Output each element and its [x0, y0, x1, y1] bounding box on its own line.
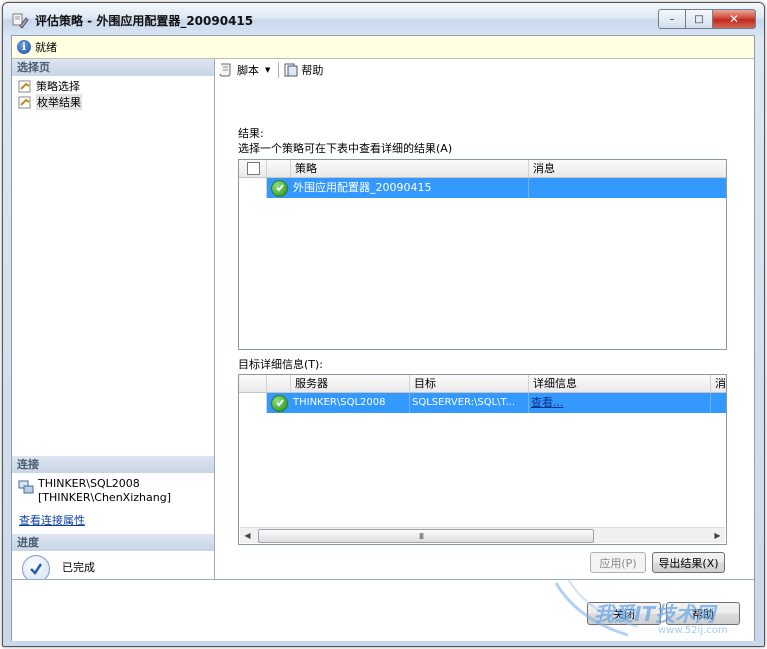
chevron-down-icon[interactable]: ▼	[265, 66, 270, 74]
page-icon	[18, 80, 31, 92]
title-bar[interactable]: 评估策略 - 外围应用配置器_20090415 – □ ✕	[3, 3, 764, 35]
scroll-left-icon[interactable]: ◀	[240, 528, 255, 543]
status-column-header	[267, 375, 291, 392]
nav-item-label: 策略选择	[36, 80, 80, 93]
connection-server: THINKER\SQL2008	[38, 477, 140, 490]
maximize-button[interactable]: □	[685, 9, 713, 29]
column-header-server[interactable]: 服务器	[291, 375, 410, 392]
select-page-header: 选择页	[12, 59, 214, 76]
toolbar: 脚本 ▼ 帮助	[215, 59, 754, 81]
window-title: 评估策略 - 外围应用配置器_20090415	[35, 14, 254, 28]
progress-header: 进度	[12, 534, 214, 551]
results-instruction: 选择一个策略可在下表中查看详细的结果(A)	[238, 142, 453, 155]
toolbar-separator	[278, 62, 280, 78]
target-cell: SQLSERVER:\SQL\T...	[410, 393, 529, 413]
nav-item-policy-selection[interactable]: 策略选择	[18, 78, 80, 94]
row-checkbox-cell[interactable]	[239, 178, 267, 198]
close-window-button[interactable]: ✕	[712, 9, 756, 29]
scrollbar-thumb[interactable]: III	[258, 529, 594, 543]
column-header-message[interactable]: 消息	[529, 160, 726, 177]
message-cell	[529, 178, 726, 198]
blank-header	[239, 375, 267, 392]
policy-wrench-icon	[12, 13, 29, 29]
view-details-link[interactable]: 查看...	[531, 396, 564, 409]
scroll-right-icon[interactable]: ▶	[710, 528, 725, 543]
column-header-policy[interactable]: 策略	[291, 160, 529, 177]
close-button[interactable]: 关闭	[587, 602, 661, 625]
server-cell: THINKER\SQL2008	[291, 393, 410, 413]
select-all-checkbox-cell	[239, 160, 267, 177]
horizontal-scrollbar[interactable]: ◀ III ▶	[240, 527, 725, 543]
row-status-cell	[267, 393, 291, 413]
apply-button[interactable]: 应用(P)	[590, 552, 646, 573]
details-cell: 查看...	[529, 393, 711, 413]
minimize-button[interactable]: –	[658, 9, 686, 29]
view-connection-properties-link[interactable]: 查看连接属性	[19, 512, 85, 528]
status-bar: i 就绪	[12, 36, 754, 59]
row-blank-cell	[239, 393, 267, 413]
help-toolbar-label: 帮助	[301, 64, 324, 77]
success-check-icon	[271, 179, 288, 197]
results-panel: 脚本 ▼ 帮助 结果: 选择一个策略可在下表中查看详细的结果(A) 策略 消息 …	[215, 59, 754, 579]
dialog-window: 评估策略 - 外围应用配置器_20090415 – □ ✕ i 就绪 选择页 策…	[2, 2, 765, 647]
column-header-target[interactable]: 目标	[410, 375, 529, 392]
policy-cell: 外围应用配置器_20090415	[291, 178, 529, 198]
success-check-icon	[271, 394, 288, 412]
script-label: 脚本	[237, 64, 259, 77]
status-column-header	[267, 160, 291, 177]
server-icon	[18, 480, 34, 494]
page-icon	[18, 96, 31, 108]
target-details-grid[interactable]: 服务器 目标 详细信息 消 THINKER\SQL2008 SQLSERVER:…	[238, 374, 727, 545]
help-button[interactable]: 帮助	[666, 602, 740, 625]
nav-item-label: 枚举结果	[36, 94, 82, 110]
column-header-details[interactable]: 详细信息	[529, 375, 711, 392]
target-details-label: 目标详细信息(T):	[238, 358, 324, 371]
column-header-message[interactable]: 消	[711, 375, 726, 392]
export-results-button[interactable]: 导出结果(X)	[652, 552, 725, 573]
table-row[interactable]: THINKER\SQL2008 SQLSERVER:\SQL\T... 查看..…	[239, 393, 726, 413]
help-toolbar-button[interactable]: 帮助	[284, 62, 323, 78]
grip-icon: III	[419, 532, 424, 541]
row-status-cell	[267, 178, 291, 198]
message-cell	[711, 393, 726, 413]
connection-user: [THINKER\ChenXizhang]	[38, 491, 171, 504]
script-icon	[219, 63, 231, 77]
script-button[interactable]: 脚本 ▼	[218, 62, 270, 78]
results-label: 结果:	[238, 127, 264, 140]
table-row[interactable]: 外围应用配置器_20090415	[239, 178, 726, 198]
status-text: 就绪	[35, 41, 57, 54]
dialog-footer: 关闭 帮助	[12, 579, 754, 641]
info-icon: i	[17, 40, 31, 54]
left-panel: 选择页 策略选择 枚举结果 连接 THINKER\SQL2008 [THINKE…	[12, 59, 215, 583]
select-all-checkbox[interactable]	[247, 162, 260, 175]
nav-item-enumeration-results[interactable]: 枚举结果	[18, 94, 82, 110]
help-icon	[284, 63, 298, 77]
connection-header: 连接	[12, 456, 214, 473]
dialog-client: i 就绪 选择页 策略选择 枚举结果 连接 THINKER\SQL2008 [T	[11, 35, 755, 641]
progress-status: 已完成	[62, 561, 95, 574]
results-grid[interactable]: 策略 消息 外围应用配置器_20090415	[238, 159, 727, 350]
